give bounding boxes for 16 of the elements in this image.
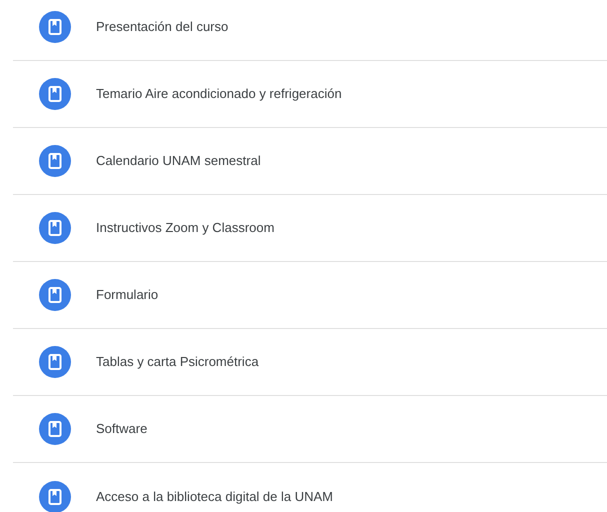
topic-link[interactable]: Formulario (96, 285, 158, 305)
topic-link[interactable]: Presentación del curso (96, 17, 228, 37)
book-icon (39, 78, 71, 110)
topic-link[interactable]: Instructivos Zoom y Classroom (96, 218, 274, 238)
book-icon (39, 413, 71, 445)
book-icon (39, 212, 71, 244)
topic-link[interactable]: Tablas y carta Psicrométrica (96, 352, 259, 372)
book-icon (39, 279, 71, 311)
topic-link[interactable]: Software (96, 419, 148, 439)
book-icon (39, 480, 71, 512)
topic-link[interactable]: Temario Aire acondicionado y refrigeración (96, 84, 342, 104)
book-icon (39, 145, 71, 177)
book-icon (39, 346, 71, 378)
topic-link[interactable]: Calendario UNAM semestral (96, 151, 261, 171)
topic-link[interactable]: Acceso a la biblioteca digital de la UNAM (96, 486, 334, 506)
book-icon (39, 11, 71, 43)
